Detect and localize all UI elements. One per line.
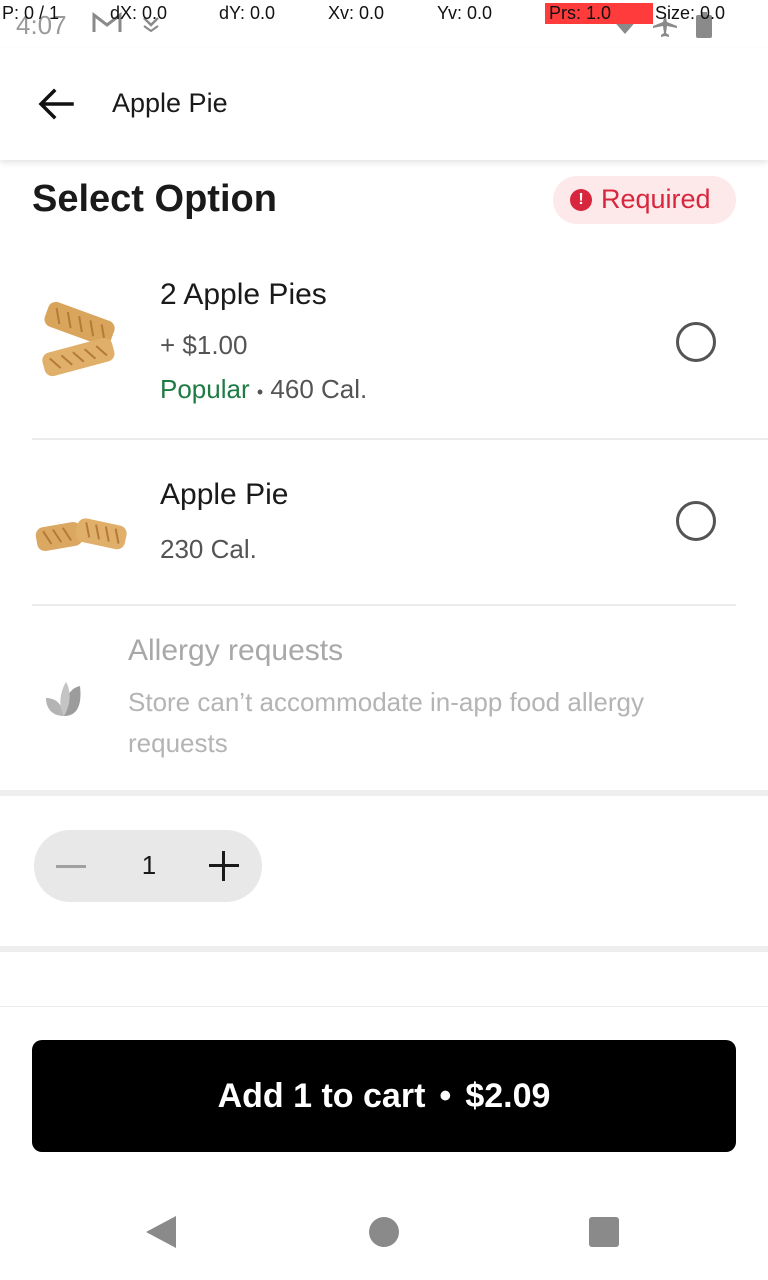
page-title: Apple Pie bbox=[112, 88, 228, 118]
debug-prs: Prs: 1.0 bbox=[545, 3, 653, 24]
back-button[interactable] bbox=[36, 84, 76, 124]
debug-size: Size: 0.0 bbox=[655, 3, 726, 23]
quantity-value: 1 bbox=[141, 850, 157, 880]
required-label: Required bbox=[601, 184, 711, 214]
option-divider bbox=[32, 604, 736, 606]
arrow-left-icon bbox=[38, 88, 74, 120]
option-meta: Popular • 460 Cal. bbox=[160, 374, 367, 405]
radio-apple-pie[interactable] bbox=[676, 501, 716, 541]
debug-dx: dX: 0.0 bbox=[110, 3, 168, 23]
quantity-stepper: 1 bbox=[34, 830, 262, 902]
debug-dy: dY: 0.0 bbox=[219, 3, 276, 23]
cart-price: $2.09 bbox=[465, 1077, 551, 1115]
allergy-leaf-icon bbox=[44, 680, 84, 718]
add-to-cart-button[interactable]: Add 1 to cart • $2.09 bbox=[32, 1040, 736, 1152]
radio-2-apple-pies[interactable] bbox=[676, 322, 716, 362]
option-name: Apple Pie bbox=[160, 478, 289, 511]
cart-label: Add 1 to cart bbox=[217, 1077, 426, 1115]
meta-separator: • bbox=[256, 382, 264, 402]
popular-label: Popular bbox=[160, 374, 250, 404]
nav-home-icon[interactable] bbox=[369, 1217, 399, 1247]
section-divider bbox=[0, 946, 768, 952]
option-image-apple-pie bbox=[32, 500, 132, 580]
increase-quantity-button[interactable] bbox=[206, 848, 242, 884]
option-apple-pie[interactable]: Apple Pie 230 Cal. bbox=[0, 440, 768, 604]
app-header: Apple Pie bbox=[0, 48, 768, 160]
allergy-title: Allergy requests bbox=[128, 634, 344, 667]
option-2-apple-pies[interactable]: 2 Apple Pies + $1.00 Popular • 460 Cal. bbox=[0, 250, 768, 438]
debug-xv: Xv: 0.0 bbox=[328, 3, 385, 23]
option-price: + $1.00 bbox=[160, 330, 248, 360]
option-name: 2 Apple Pies bbox=[160, 278, 327, 311]
debug-yv: Yv: 0.0 bbox=[437, 3, 493, 23]
allergy-description: Store can’t accommodate in-app food alle… bbox=[128, 687, 644, 758]
section-title: Select Option bbox=[32, 178, 277, 220]
option-calories: 230 Cal. bbox=[160, 534, 257, 564]
nav-back-icon[interactable] bbox=[146, 1216, 176, 1248]
nav-recents-icon[interactable] bbox=[589, 1217, 619, 1247]
required-badge: ! Required bbox=[553, 176, 736, 224]
footer-divider bbox=[0, 1006, 768, 1007]
alert-icon: ! bbox=[570, 189, 592, 211]
debug-p: P: 0 / 1 bbox=[2, 3, 60, 23]
section-divider bbox=[0, 790, 768, 796]
system-nav-bar bbox=[0, 1184, 768, 1280]
decrease-quantity-button[interactable] bbox=[52, 850, 92, 882]
pointer-debug-overlay: P: 0 / 1 dX: 0.0 dY: 0.0 Xv: 0.0 Yv: 0.0… bbox=[0, 0, 768, 28]
option-calories: 460 Cal. bbox=[270, 374, 368, 404]
cart-separator: • bbox=[439, 1077, 452, 1115]
option-image-2-apple-pies bbox=[32, 300, 132, 380]
